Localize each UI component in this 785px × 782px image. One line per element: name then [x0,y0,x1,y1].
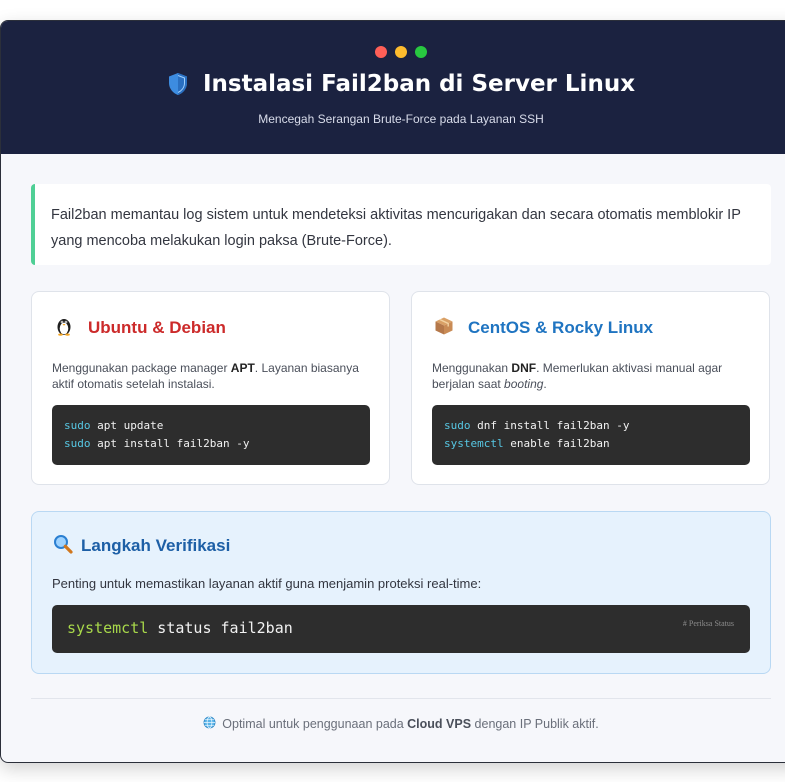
centos-description: Menggunakan DNF. Memerlukan aktivasi man… [432,360,747,392]
window-dots [375,46,427,58]
code-line: sudo dnf install fail2ban -y [444,417,738,435]
footer-prefix: Optimal untuk penggunaan pada [222,717,408,731]
yellow-dot [395,46,407,58]
code-args: apt update [90,419,164,432]
verification-section: Langkah Verifikasi Penting untuk memasti… [31,511,771,674]
shield-icon [167,72,189,96]
ubuntu-description: Menggunakan package manager APT. Layanan… [52,360,367,392]
footer-bold: Cloud VPS [407,717,472,731]
ubuntu-code-block[interactable]: sudo apt update sudo apt install fail2ba… [52,405,370,465]
centos-desc-text: Menggunakan [432,361,512,375]
penguin-icon [54,316,74,340]
ubuntu-card: Ubuntu & Debian Menggunakan package mana… [31,291,390,485]
code-keyword: systemctl [67,619,149,637]
verification-code-block[interactable]: systemctl status fail2ban # Periksa Stat… [52,605,750,653]
footer: Optimal untuk penggunaan pada Cloud VPS … [1,716,785,732]
ubuntu-desc-text: Menggunakan package manager [52,361,231,375]
header: Instalasi Fail2ban di Server Linux Mence… [1,21,785,154]
code-line: sudo apt update [64,417,358,435]
centos-heading: CentOS & Rocky Linux [434,316,653,340]
package-icon [434,316,454,340]
centos-title: CentOS & Rocky Linux [468,318,654,337]
code-line: sudo apt install fail2ban -y [64,435,358,453]
tutorial-card: Instalasi Fail2ban di Server Linux Mence… [0,20,785,763]
code-args: apt install fail2ban -y [90,437,250,450]
ubuntu-heading: Ubuntu & Debian [54,316,226,340]
magnifier-icon [53,534,73,558]
footer-divider [31,698,771,699]
centos-card: CentOS & Rocky Linux Menggunakan DNF. Me… [411,291,770,485]
red-dot [375,46,387,58]
code-line: systemctl status fail2ban [67,619,293,637]
code-keyword: sudo [444,419,471,432]
footer-suffix: dengan IP Publik aktif. [471,717,599,731]
footer-text: Optimal untuk penggunaan pada Cloud VPS … [222,717,598,731]
ubuntu-title: Ubuntu & Debian [88,318,226,337]
page-title: Instalasi Fail2ban di Server Linux [202,71,636,97]
code-keyword: systemctl [444,437,504,450]
page-title-row: Instalasi Fail2ban di Server Linux [1,71,785,97]
verification-heading: Langkah Verifikasi [53,534,230,558]
code-args: enable fail2ban [503,437,610,450]
green-dot [415,46,427,58]
globe-icon [203,716,216,732]
centos-desc-italic: booting [504,377,544,391]
code-line: systemctl enable fail2ban [444,435,738,453]
code-keyword: sudo [64,419,91,432]
code-keyword: sudo [64,437,91,450]
verification-description: Penting untuk memastikan layanan aktif g… [52,576,482,591]
verification-title: Langkah Verifikasi [81,536,231,555]
centos-code-block[interactable]: sudo dnf install fail2ban -y systemctl e… [432,405,750,465]
page-subtitle: Mencegah Serangan Brute-Force pada Layan… [258,112,544,126]
centos-desc-bold: DNF [511,361,537,375]
intro-callout: Fail2ban memantau log sistem untuk mende… [31,184,771,265]
code-args: dnf install fail2ban -y [470,419,630,432]
centos-desc-text-3: . [543,377,547,391]
ubuntu-desc-bold: APT [230,361,255,375]
code-comment: # Periksa Status [682,619,734,628]
code-args: status fail2ban [148,619,293,637]
